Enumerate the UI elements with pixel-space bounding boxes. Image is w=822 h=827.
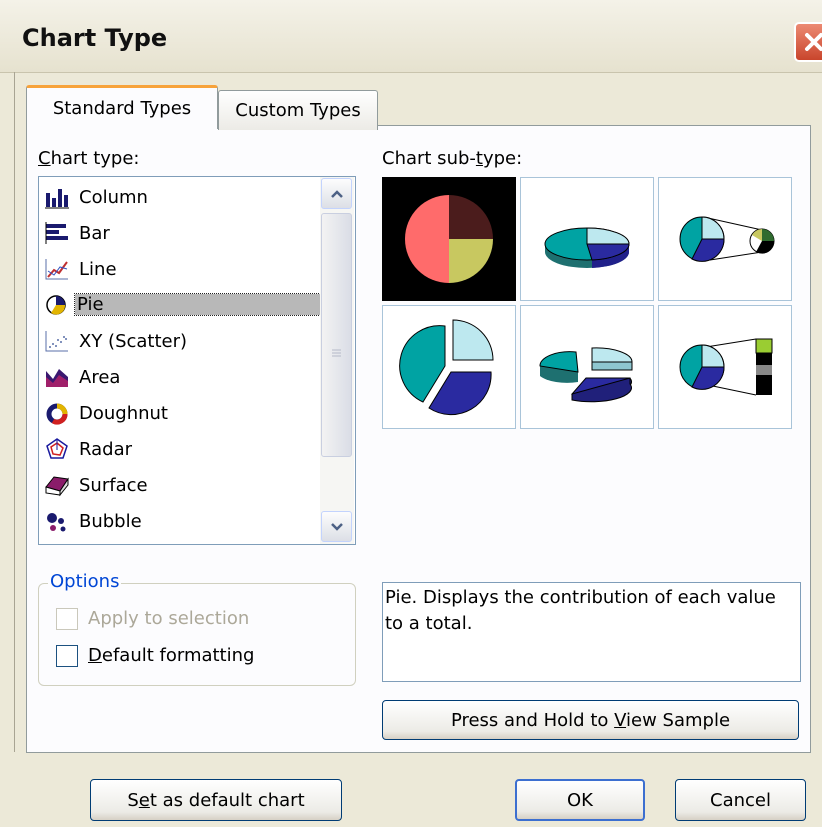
list-item-label: Area [79,366,121,388]
scroll-up-button[interactable] [321,178,352,209]
scroll-down-button[interactable] [321,511,352,542]
bar-of-pie-subtype-icon [679,338,773,396]
set-as-default-chart-label: Set as default chart [127,789,305,811]
line-chart-icon [43,255,71,283]
list-item-surface[interactable]: Surface [43,468,321,502]
set-as-default-chart-button[interactable]: Set as default chart [90,779,342,821]
list-item-label: Doughnut [79,402,168,424]
view-sample-button[interactable]: Press and Hold to View Sample [382,700,799,740]
exploded-3d-pie-subtype-icon [539,347,633,403]
chart-subtype-label: Chart sub-type: [382,148,523,169]
list-item-label: Surface [79,474,148,496]
scatter-chart-icon [43,327,71,355]
close-icon [805,33,822,51]
chevron-up-icon [330,189,343,198]
ok-label: OK [567,789,593,811]
list-item-column[interactable]: Column [43,180,321,214]
doughnut-chart-icon [43,399,71,427]
list-item-line[interactable]: Line [43,252,321,286]
3d-pie-subtype-icon [544,227,630,268]
list-item-label: Bubble [79,510,142,532]
options-group-title: Options [48,571,122,592]
list-item-label: XY (Scatter) [79,330,188,352]
subtype-exploded-pie[interactable] [382,305,516,429]
column-chart-icon [43,183,71,211]
radar-chart-icon [43,435,71,463]
subtype-pie-of-pie[interactable] [658,177,792,301]
apply-to-selection-checkbox[interactable] [56,608,78,630]
subtype-3d-pie[interactable] [520,177,654,301]
close-button[interactable] [794,22,822,62]
apply-to-selection-label: Apply to selection [88,608,250,629]
tab-standard-types[interactable]: Standard Types [26,85,218,129]
window-title: Chart Type [22,24,168,52]
cancel-label: Cancel [710,789,771,811]
chart-description: Pie. Displays the contribution of each v… [382,582,801,682]
list-item-area[interactable]: Area [43,360,321,394]
tab-label: Standard Types [52,98,192,119]
list-item-radar[interactable]: Radar [43,432,321,466]
cancel-button[interactable]: Cancel [675,779,806,821]
title-bar: Chart Type [0,0,822,73]
list-item-label: Bar [79,222,110,244]
bar-chart-icon [43,219,71,247]
chart-type-label: Chart type: [38,148,140,169]
pie-subtype-icon [405,195,493,283]
list-item-bubble[interactable]: Bubble [43,504,321,538]
area-chart-icon [43,363,71,391]
subtype-bar-of-pie[interactable] [658,305,792,429]
subtype-pie[interactable] [382,177,516,301]
chart-type-listbox[interactable]: Column Bar Line Pie XY (Scatter) Area Do… [38,176,356,545]
default-formatting-checkbox[interactable] [56,645,78,667]
list-item-label: Radar [79,438,132,460]
grip-icon [332,349,341,357]
list-item-pie[interactable]: Pie [43,287,335,321]
default-formatting-label: Default formatting [88,645,255,666]
list-item-label: Column [79,186,148,208]
scroll-thumb[interactable] [321,213,352,457]
surface-chart-icon [43,471,71,499]
list-item-label: Pie [74,292,335,316]
options-group [38,583,356,686]
exploded-pie-subtype-icon [399,319,494,416]
list-scrollbar[interactable] [320,177,354,544]
tab-label: Custom Types [235,100,361,121]
pie-chart-icon [43,290,69,318]
pie-of-pie-subtype-icon [679,216,775,262]
list-item-doughnut[interactable]: Doughnut [43,396,321,430]
tab-custom-types[interactable]: Custom Types [218,90,378,130]
view-sample-label: Press and Hold to View Sample [450,709,731,731]
list-item-xy-scatter[interactable]: XY (Scatter) [43,324,321,358]
chevron-down-icon [330,522,343,531]
list-item-bar[interactable]: Bar [43,216,321,250]
ok-button[interactable]: OK [515,779,645,821]
bubble-chart-icon [43,507,71,535]
list-item-label: Line [79,258,117,280]
subtype-exploded-3d-pie[interactable] [520,305,654,429]
